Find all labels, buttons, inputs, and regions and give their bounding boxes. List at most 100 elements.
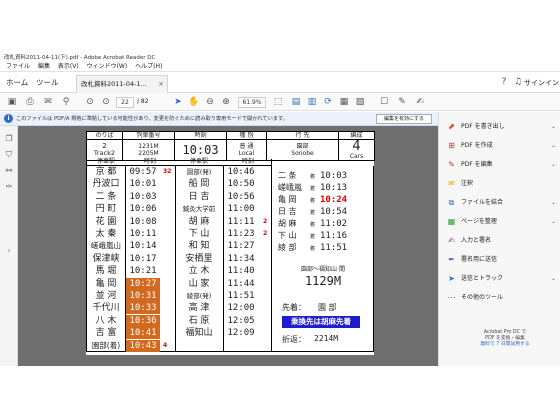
export-pdf-icon: ⬈ xyxy=(448,122,455,131)
save-icon[interactable]: ▣ xyxy=(6,96,18,108)
view-mode-icon[interactable]: ▦ xyxy=(338,96,350,108)
stop-badge: 4 xyxy=(163,341,168,349)
bookmarks-icon[interactable]: ⛉ xyxy=(4,150,14,160)
search-icon[interactable]: ⚲ xyxy=(60,96,72,108)
sign-icon[interactable]: ✍ xyxy=(414,96,426,108)
stop-row-left: 吉 富 10:41 xyxy=(87,327,175,340)
page-up-icon[interactable]: ⊙ xyxy=(84,96,96,108)
attachments-icon[interactable]: ⚯ xyxy=(4,166,14,176)
free-trial-link[interactable]: 無料で 7 日間試用する xyxy=(455,342,555,348)
stop-station: 和 知 xyxy=(188,241,210,252)
zoom-out-icon[interactable]: ⊖ xyxy=(204,96,216,108)
chevron-down-icon[interactable]: ⌄ xyxy=(551,196,556,210)
first-arrival-value: 園 部 xyxy=(318,303,337,312)
toolbar: ▣ ⎙ ✉ ⚲ ⊙ ⊙ 22 / 82 ➤ ✋ ⊖ ⊕ 61.9% ⬚ ▤ ▥ … xyxy=(0,93,560,111)
tool-item[interactable]: ⊞ PDF を作成 ⌄ xyxy=(447,139,556,153)
header-norikiba: のりば xyxy=(86,131,123,140)
stop-time: 11:51 xyxy=(227,291,255,301)
arrival-suffix: 着 xyxy=(310,210,316,216)
rotate-icon[interactable]: ⟳ xyxy=(322,96,334,108)
chevron-down-icon[interactable]: ⌄ xyxy=(551,215,556,229)
tool-label: 注釈 xyxy=(461,180,474,187)
menu-view[interactable]: 表示(V) xyxy=(58,62,79,72)
print-icon[interactable]: ⎙ xyxy=(24,96,36,108)
chevron-down-icon[interactable]: ⌄ xyxy=(551,158,556,172)
tab-document[interactable]: 改札資料2011-04-1... × xyxy=(76,75,168,93)
page-down-icon[interactable]: ⊙ xyxy=(100,96,112,108)
column-heads: 停車駅 時刻 停車駅 時刻 xyxy=(86,159,272,166)
two-page-icon[interactable]: ▥ xyxy=(306,96,318,108)
tool-item[interactable]: ⧉ ファイルを結合 ⌄ xyxy=(447,196,556,210)
select-cursor-icon[interactable]: ➤ xyxy=(172,96,184,108)
chevron-down-icon[interactable]: ⌄ xyxy=(551,139,556,153)
tool-item[interactable]: ✉ 注釈 xyxy=(447,177,473,191)
section-label: 園部〜福知山 間 xyxy=(301,266,345,273)
arrival-station: 下 山 xyxy=(278,231,297,240)
tool-label: ページを整理 xyxy=(461,218,497,225)
menu-edit[interactable]: 編集 xyxy=(38,62,50,72)
close-icon[interactable]: × xyxy=(158,76,164,92)
tool-item[interactable]: ✒ 署名用に送信 xyxy=(447,253,497,267)
expand-panel-icon[interactable]: › xyxy=(4,246,14,256)
menu-window[interactable]: ウィンドウ(W) xyxy=(87,62,128,72)
help-icon[interactable]: ? xyxy=(498,76,510,88)
read-mode-icon[interactable]: ▧ xyxy=(354,96,366,108)
arrival-suffix: 着 xyxy=(310,174,316,180)
stop-time: 11:23 xyxy=(227,229,255,239)
tool-item[interactable]: ⋯ その他のツール xyxy=(447,291,504,305)
tool-item[interactable]: ⬈ PDF を書き出し ⌄ xyxy=(447,120,556,134)
tool-item[interactable]: ▦ ページを整理 ⌄ xyxy=(447,215,556,229)
dest-cell: 園部 Sonobe xyxy=(266,139,339,161)
stop-station: 福知山 xyxy=(185,328,213,339)
stop-station: 日 吉 xyxy=(188,191,210,202)
page-total: / 82 xyxy=(137,98,149,105)
page-thumbnails-icon[interactable]: ❐ xyxy=(4,134,14,144)
fit-page-icon[interactable]: ⬚ xyxy=(272,96,284,108)
stop-station: 千代川 xyxy=(92,303,120,314)
signin-link[interactable]: サインイン xyxy=(524,76,559,90)
signatures-icon[interactable]: ✑ xyxy=(4,182,14,192)
page-number-input[interactable]: 22 xyxy=(116,97,134,108)
header-train-no: 列車番号 xyxy=(122,131,175,140)
scroll-mode-icon[interactable]: ▤ xyxy=(290,96,302,108)
comment-icon[interactable]: ☐ xyxy=(378,96,390,108)
stop-station: 石 原 xyxy=(188,315,210,326)
highlight-icon[interactable]: ✎ xyxy=(396,96,408,108)
menu-file[interactable]: ファイル xyxy=(6,62,30,72)
arrival-row: 胡 麻 着 11:02 xyxy=(278,218,374,230)
transfer-banner: 乗換先は胡麻先着 xyxy=(282,316,360,328)
stop-station: 円 町 xyxy=(95,204,117,215)
info-icon: i xyxy=(4,114,13,123)
tool-item[interactable]: ✎ PDF を編集 ⌄ xyxy=(447,158,556,172)
combine-files-icon: ⧉ xyxy=(448,198,455,207)
stop-time: 10:06 xyxy=(129,204,157,215)
stop-row-right: 和 知 11:27 xyxy=(175,240,273,252)
stop-badge: 2 xyxy=(263,217,268,225)
tool-item[interactable]: ➤ 送信とトラック ⌄ xyxy=(447,272,556,286)
hand-tool-icon[interactable]: ✋ xyxy=(188,96,200,108)
tool-label: PDF を書き出し xyxy=(461,123,505,130)
arrival-station: 胡 麻 xyxy=(278,219,297,228)
readonly-notice-bar: i このファイルは PDF/A 規格に準拠している可能性があり、変更を防ぐために… xyxy=(0,112,438,126)
type-en: Local xyxy=(238,150,255,157)
arrival-row: 日 吉 着 10:54 xyxy=(278,206,374,218)
stop-station: 馬 堀 xyxy=(95,266,117,277)
tab-tools[interactable]: ツール xyxy=(36,76,59,90)
arrival-row: 二 条 着 10:03 xyxy=(278,170,374,182)
zoom-input[interactable]: 61.9% xyxy=(238,97,266,108)
zoom-in-icon[interactable]: ⊕ xyxy=(220,96,232,108)
bell-icon[interactable]: ♫ xyxy=(512,76,524,88)
tool-item[interactable]: ✍ 入力と署名 xyxy=(447,234,491,248)
chevron-down-icon[interactable]: ⌄ xyxy=(551,272,556,286)
arrival-time: 10:54 xyxy=(320,207,348,217)
tab-home[interactable]: ホーム xyxy=(6,76,28,90)
tab-document-label: 改札資料2011-04-1... xyxy=(81,80,147,88)
enable-editing-button[interactable]: 編集を有効にする xyxy=(376,114,432,124)
stop-time: 10:31 xyxy=(126,290,160,302)
menu-help[interactable]: ヘルプ(H) xyxy=(135,62,162,72)
stop-time: 10:46 xyxy=(227,167,255,177)
chevron-down-icon[interactable]: ⌄ xyxy=(551,120,556,134)
email-icon[interactable]: ✉ xyxy=(42,96,54,108)
arrival-time: 10:24 xyxy=(320,195,348,205)
stop-row-right: 胡 麻 11:11 2 xyxy=(175,216,273,228)
